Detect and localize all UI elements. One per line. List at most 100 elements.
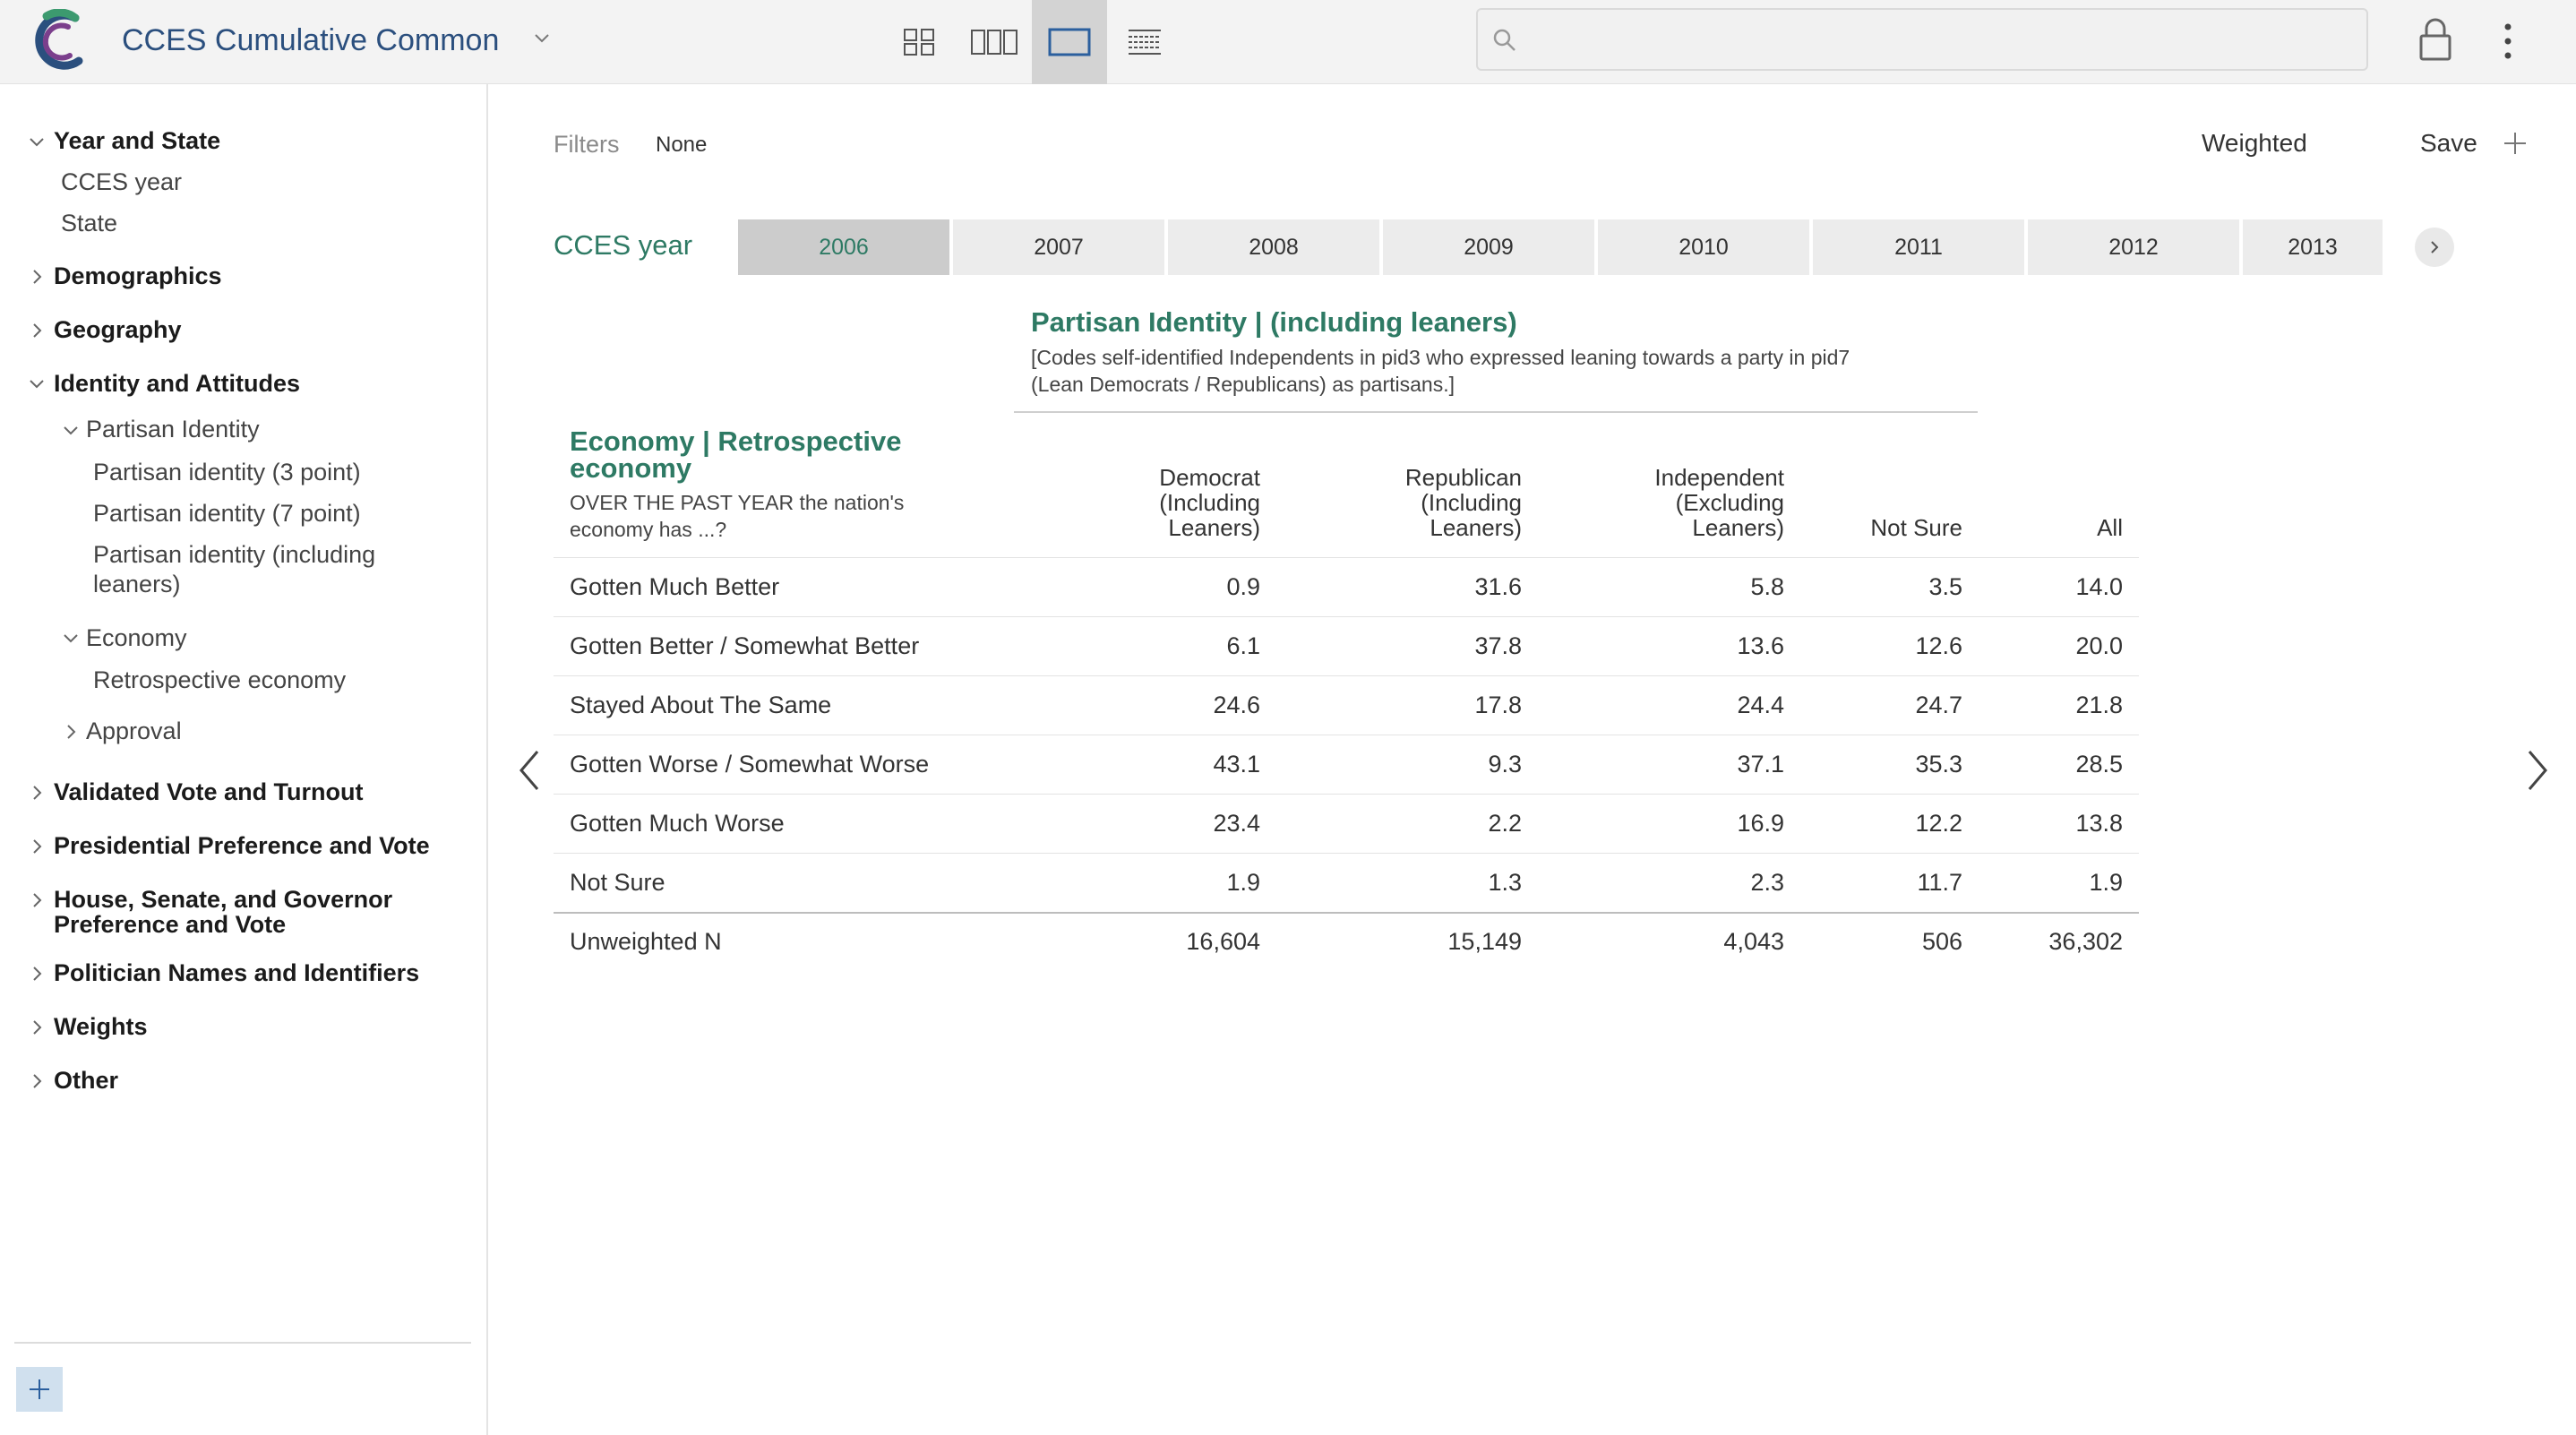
column-variable-title[interactable]: Partisan Identity | (including leaners) (1031, 306, 1517, 339)
chevron-down-icon[interactable] (61, 421, 81, 441)
table-cell: 35.3 (1915, 751, 1962, 778)
year-filter-label: CCES year (554, 229, 693, 261)
column-header-democrat[interactable]: Democrat (Including Leaners) (1081, 465, 1260, 540)
table-divider (554, 794, 2139, 795)
table-cell: 3.5 (1928, 573, 1962, 600)
year-tab-2011[interactable]: 2011 (1813, 219, 2024, 275)
list-view-icon (1129, 30, 1161, 55)
sidebar-item-identity-and-attitudes[interactable]: Identity and Attitudes (54, 368, 300, 399)
chevron-down-icon[interactable] (27, 133, 47, 152)
table-cell: 24.7 (1915, 692, 1962, 718)
sidebar-item-house-senate-line2[interactable]: Preference and Vote (54, 909, 286, 940)
chevron-right-icon[interactable] (27, 1018, 47, 1037)
year-tab-2008[interactable]: 2008 (1168, 219, 1379, 275)
column-variable-description: [Codes self-identified Independents in p… (1031, 344, 1927, 398)
column-header-line: Independent (1654, 464, 1784, 491)
chevron-right-icon[interactable] (61, 722, 81, 742)
filters-value[interactable]: None (656, 133, 707, 158)
sidebar-item-retrospective-economy[interactable]: Retrospective economy (93, 665, 346, 695)
table-cell: 6.1 (1226, 632, 1260, 659)
table-cell: 16.9 (1737, 810, 1784, 837)
table-cell: 37.1 (1737, 751, 1784, 778)
year-tab-2006[interactable]: 2006 (738, 219, 949, 275)
sidebar-item-politician-names[interactable]: Politician Names and Identifiers (54, 958, 419, 988)
row-label[interactable]: Not Sure (570, 869, 665, 897)
sidebar-item-approval[interactable]: Approval (86, 716, 182, 746)
table-cell: 21.8 (2075, 692, 2123, 718)
row-variable-title[interactable]: Economy | Retrospective economy (570, 427, 946, 482)
next-arrow-icon[interactable] (2524, 748, 2551, 793)
sidebar-item-weights[interactable]: Weights (54, 1011, 148, 1042)
table-cell: 11.7 (1917, 869, 1962, 896)
column-header-independent[interactable]: Independent (Excluding Leaners) (1605, 465, 1784, 540)
sidebar-item-pid-leaners[interactable]: Partisan identity (including (93, 539, 375, 570)
add-variable-button[interactable] (16, 1367, 63, 1412)
sidebar-item-state[interactable]: State (61, 208, 117, 238)
app-title[interactable]: CCES Cumulative Common (122, 21, 499, 59)
save-button[interactable]: Save (2420, 129, 2477, 158)
total-cell: 506 (1921, 928, 1962, 955)
sidebar-item-presidential[interactable]: Presidential Preference and Vote (54, 830, 430, 861)
table-cell: 14.0 (2075, 573, 2123, 600)
list-view-button[interactable] (1107, 0, 1182, 84)
row-label[interactable]: Gotten Much Worse (570, 810, 785, 838)
sidebar-item-other[interactable]: Other (54, 1065, 118, 1096)
filters-label[interactable]: Filters (554, 131, 620, 159)
search-input[interactable] (1528, 15, 2352, 64)
row-label[interactable]: Gotten Worse / Somewhat Worse (570, 751, 929, 778)
column-variable-description-line2: (Lean Democrats / Republicans) as partis… (1031, 373, 1455, 396)
year-tab-2012[interactable]: 2012 (2028, 219, 2239, 275)
sidebar-item-pid3[interactable]: Partisan identity (3 point) (93, 457, 361, 487)
sidebar-item-geography[interactable]: Geography (54, 314, 182, 345)
more-vertical-icon[interactable] (2499, 18, 2517, 64)
table-cell: 20.0 (2075, 632, 2123, 659)
chevron-right-icon[interactable] (27, 783, 47, 803)
chevron-down-icon[interactable] (530, 27, 554, 50)
column-header-not-sure[interactable]: ​ ​ Not Sure (1783, 465, 1962, 540)
columns-view-button[interactable] (957, 0, 1032, 84)
table-cell: 1.9 (1226, 869, 1260, 896)
sidebar-item-pid7[interactable]: Partisan identity (7 point) (93, 498, 361, 528)
sidebar-item-year-and-state[interactable]: Year and State (54, 125, 220, 156)
chevron-down-icon[interactable] (27, 374, 47, 394)
search-box[interactable] (1476, 8, 2368, 71)
year-next-button[interactable] (2415, 228, 2454, 267)
sidebar-item-validated-vote[interactable]: Validated Vote and Turnout (54, 777, 364, 807)
chevron-right-icon[interactable] (27, 267, 47, 287)
chevron-down-icon[interactable] (61, 629, 81, 649)
total-cell: 36,302 (2048, 928, 2123, 955)
year-tab-2009[interactable]: 2009 (1383, 219, 1594, 275)
weighted-toggle[interactable]: Weighted (2202, 129, 2307, 158)
table-divider (554, 912, 2139, 914)
cces-logo[interactable] (29, 9, 90, 72)
plus-icon[interactable] (2503, 131, 2528, 156)
top-bar: CCES Cumulative Common (0, 0, 2576, 84)
chevron-right-icon[interactable] (27, 890, 47, 910)
column-header-line: Not Sure (1870, 514, 1962, 541)
table-cell: 12.2 (1915, 810, 1962, 837)
sidebar-item-pid-leaners-line2[interactable]: leaners) (93, 569, 181, 599)
row-label[interactable]: Gotten Much Better (570, 573, 779, 601)
sidebar-item-demographics[interactable]: Demographics (54, 261, 222, 291)
chevron-right-icon[interactable] (27, 837, 47, 856)
single-view-button[interactable] (1032, 0, 1107, 84)
column-header-republican[interactable]: Republican (Including Leaners) (1343, 465, 1522, 540)
sidebar-item-partisan-identity[interactable]: Partisan Identity (86, 414, 260, 444)
year-tab-2010[interactable]: 2010 (1598, 219, 1809, 275)
lock-icon[interactable] (2418, 16, 2452, 63)
sidebar-item-economy[interactable]: Economy (86, 623, 187, 653)
sidebar-item-cces-year[interactable]: CCES year (61, 167, 182, 197)
table-divider (554, 616, 2139, 617)
previous-arrow-icon[interactable] (516, 748, 543, 793)
chevron-right-icon[interactable] (27, 1071, 47, 1091)
chevron-right-icon[interactable] (27, 321, 47, 340)
row-label[interactable]: Stayed About The Same (570, 692, 831, 719)
column-header-line: Leaners) (1430, 514, 1522, 541)
grid-view-button[interactable] (881, 0, 957, 84)
table-cell: 23.4 (1213, 810, 1260, 837)
year-tab-2007[interactable]: 2007 (953, 219, 1164, 275)
year-tab-2013[interactable]: 2013 (2243, 219, 2383, 275)
column-header-all[interactable]: ​ ​ All (1944, 465, 2123, 540)
row-label[interactable]: Gotten Better / Somewhat Better (570, 632, 919, 660)
chevron-right-icon[interactable] (27, 964, 47, 984)
